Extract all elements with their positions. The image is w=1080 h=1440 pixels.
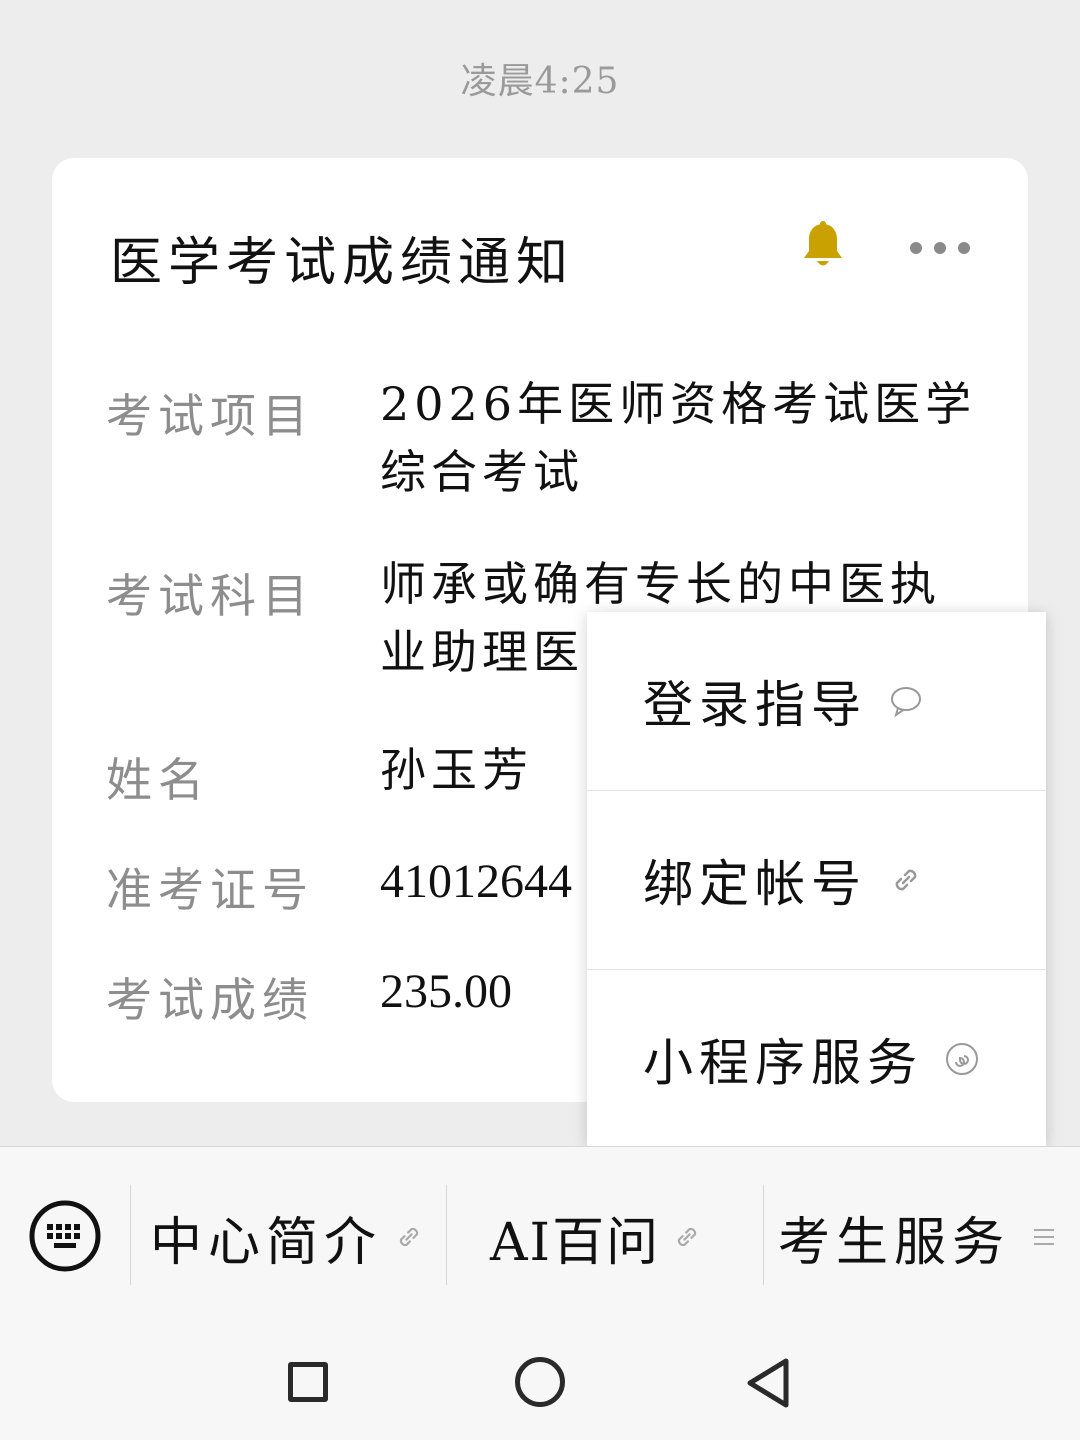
menu-item-label: AI百问 [490, 1212, 661, 1273]
menu-item-label: 中心简介 [150, 1212, 383, 1273]
menu-item-candidate-service[interactable]: 考生服务 [778, 1187, 1056, 1287]
menu-separator [763, 1185, 764, 1285]
recent-apps-icon[interactable] [288, 1362, 328, 1402]
menu-item-label: 考生服务 [778, 1212, 1011, 1273]
popup-menu: 登录指导 绑定帐号 小程序服务 [587, 612, 1046, 1146]
card-title: 医学考试成绩通知 [110, 233, 575, 293]
row-label-exam-item: 考试项目 [106, 389, 314, 443]
popup-item-label: 绑定帐号 [643, 855, 867, 913]
message-timestamp: 凌晨4:25 [460, 61, 620, 102]
bell-icon[interactable] [800, 220, 846, 272]
row-label-name: 姓名 [106, 753, 210, 807]
back-icon[interactable] [744, 1356, 794, 1410]
popup-item-bind-account[interactable]: 绑定帐号 [587, 791, 1046, 969]
popup-item-login-guide[interactable]: 登录指导 [587, 612, 1046, 790]
menu-separator [446, 1185, 447, 1285]
list-icon [1034, 1229, 1055, 1245]
menu-separator [130, 1185, 131, 1285]
home-icon[interactable] [515, 1357, 565, 1407]
link-icon [895, 869, 917, 891]
keyboard-icon[interactable] [28, 1199, 102, 1273]
system-nav-bar [0, 1326, 1080, 1440]
link-icon [677, 1227, 697, 1247]
mini-program-icon [946, 1043, 978, 1075]
row-label-admission-number: 准考证号 [106, 863, 314, 917]
popup-item-label: 小程序服务 [643, 1034, 923, 1092]
row-value-exam-item: 2026年医师资格考试医学综合考试 [380, 377, 977, 499]
more-dots-icon[interactable] [910, 238, 970, 258]
row-label-exam-subject: 考试科目 [106, 569, 314, 623]
popup-item-mini-program[interactable]: 小程序服务 [587, 970, 1046, 1148]
row-label-score: 考试成绩 [106, 973, 314, 1027]
chat-bubble-icon [891, 687, 921, 718]
link-icon [399, 1227, 419, 1247]
popup-item-label: 登录指导 [643, 676, 867, 734]
bottom-menu-bar: 中心简介 AI百问 考生服务 [0, 1146, 1080, 1327]
menu-item-ai-qa[interactable]: AI百问 [490, 1187, 702, 1287]
menu-item-center-intro[interactable]: 中心简介 [150, 1187, 424, 1287]
